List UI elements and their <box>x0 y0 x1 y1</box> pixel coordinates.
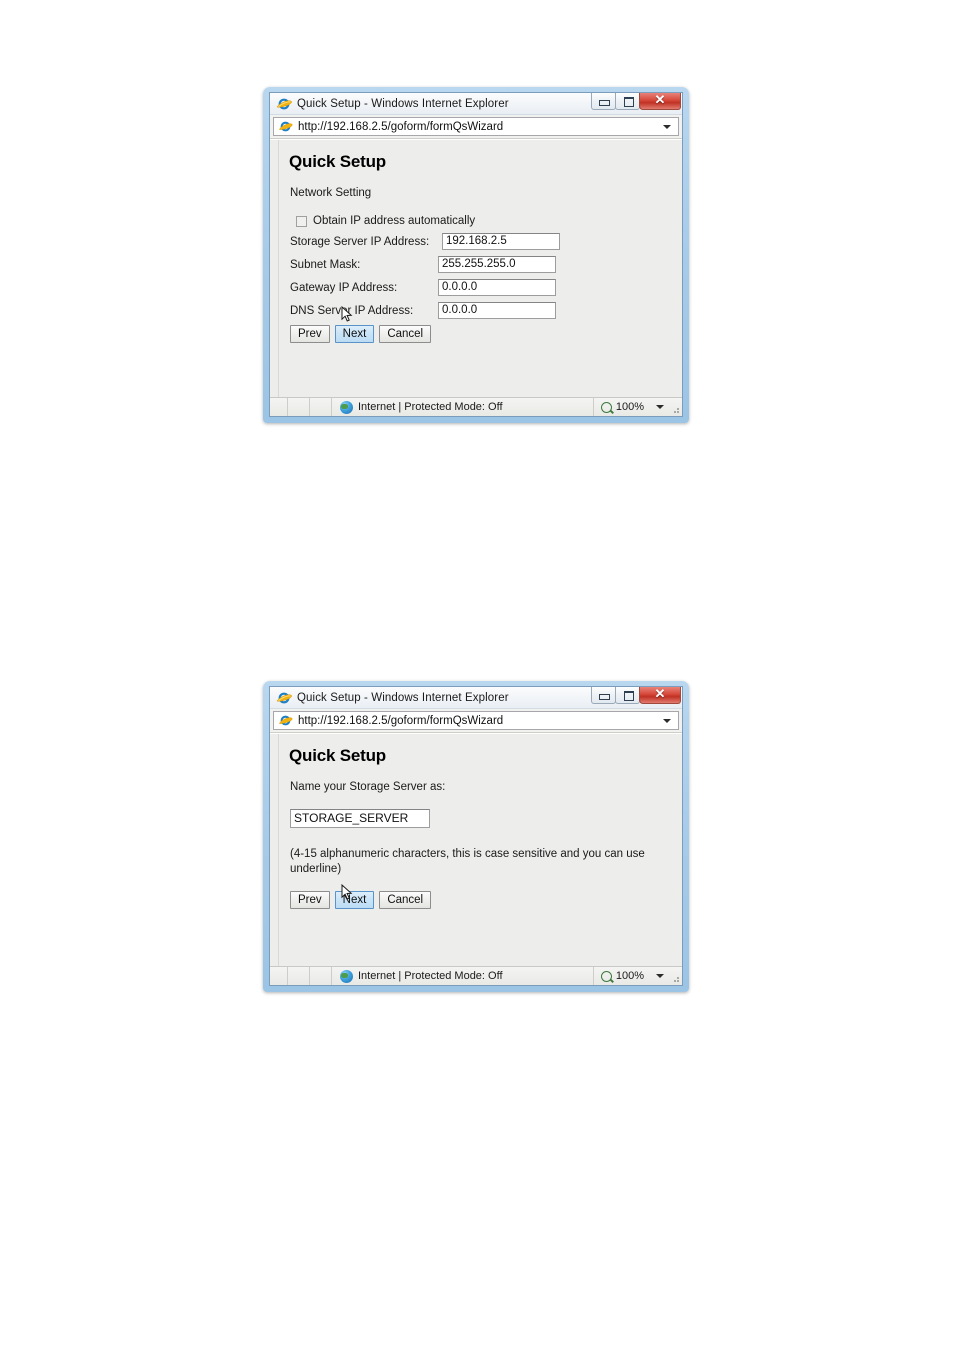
dns-server-ip-input[interactable]: 0.0.0.0 <box>438 302 556 319</box>
address-bar-container: http://192.168.2.5/goform/formQsWizard <box>270 115 682 139</box>
close-button[interactable]: ✕ <box>639 686 681 704</box>
field-row-storage-server-ip: Storage Server IP Address: 192.168.2.5 <box>290 233 672 250</box>
maximize-button[interactable] <box>615 93 640 110</box>
close-icon: ✕ <box>654 92 666 107</box>
minimize-icon <box>599 100 610 106</box>
globe-icon <box>340 400 353 414</box>
status-segment <box>310 967 332 985</box>
next-button[interactable]: Next <box>334 325 375 343</box>
zoom-control[interactable]: 100% <box>592 398 670 416</box>
resize-grip[interactable] <box>670 967 682 985</box>
prev-button[interactable]: Prev <box>290 891 330 909</box>
chevron-down-icon[interactable] <box>663 718 671 723</box>
window-controls: ✕ <box>591 92 681 110</box>
window-client-area: Quick Setup - Windows Internet Explorer … <box>269 686 683 986</box>
title-bar[interactable]: Quick Setup - Windows Internet Explorer … <box>270 92 682 115</box>
cancel-button[interactable]: Cancel <box>379 325 432 343</box>
ie-window-network-setting[interactable]: Quick Setup - Windows Internet Explorer … <box>263 87 689 423</box>
status-segment <box>270 967 288 985</box>
magnifier-icon <box>600 970 612 982</box>
page-title: Quick Setup <box>289 152 386 171</box>
security-zone-text: Internet | Protected Mode: Off <box>358 401 503 413</box>
prev-button[interactable]: Prev <box>290 325 330 343</box>
globe-icon <box>340 969 353 983</box>
zoom-level-text: 100% <box>615 401 644 413</box>
field-row-subnet-mask: Subnet Mask: 255.255.255.0 <box>290 256 672 273</box>
field-label: Subnet Mask: <box>290 258 361 271</box>
obtain-ip-checkbox[interactable] <box>296 215 307 227</box>
zoom-level-text: 100% <box>615 970 644 982</box>
storage-server-ip-input[interactable]: 192.168.2.5 <box>442 233 560 250</box>
page-left-gutter <box>270 734 279 966</box>
page-content-area: Quick Setup Network Setting Obtain IP ad… <box>270 139 682 397</box>
field-label: Storage Server IP Address: <box>290 235 430 248</box>
address-bar[interactable]: http://192.168.2.5/goform/formQsWizard <box>273 711 679 730</box>
chevron-down-icon[interactable] <box>663 124 671 129</box>
field-label: Gateway IP Address: <box>290 281 398 294</box>
section-label: Network Setting <box>290 187 372 199</box>
window-controls: ✕ <box>591 686 681 704</box>
status-segment <box>270 398 288 416</box>
section-label: Name your Storage Server as: <box>290 781 446 793</box>
status-segment <box>288 967 310 985</box>
internet-explorer-icon <box>278 119 293 134</box>
status-segment <box>288 398 310 416</box>
address-input[interactable]: http://192.168.2.5/goform/formQsWizard <box>298 715 503 727</box>
chevron-down-icon[interactable] <box>656 974 664 978</box>
status-segment <box>310 398 332 416</box>
wizard-button-row: Prev Next Cancel <box>290 325 672 343</box>
ie-window-server-name[interactable]: Quick Setup - Windows Internet Explorer … <box>263 681 689 992</box>
minimize-button[interactable] <box>591 93 616 110</box>
server-name-input[interactable]: STORAGE_SERVER <box>290 809 430 828</box>
obtain-ip-label: Obtain IP address automatically <box>313 215 476 227</box>
subnet-mask-input[interactable]: 255.255.255.0 <box>438 256 556 273</box>
page-content-area: Quick Setup Name your Storage Server as:… <box>270 733 682 966</box>
obtain-ip-automatically-row[interactable]: Obtain IP address automatically <box>296 215 672 227</box>
maximize-button[interactable] <box>615 687 640 704</box>
internet-explorer-icon <box>276 96 292 112</box>
maximize-icon <box>624 97 634 107</box>
next-button[interactable]: Next <box>334 891 375 909</box>
internet-explorer-icon <box>278 713 293 728</box>
address-bar-container: http://192.168.2.5/goform/formQsWizard <box>270 709 682 733</box>
security-zone-area[interactable]: Internet | Protected Mode: Off <box>332 969 593 983</box>
close-button[interactable]: ✕ <box>639 92 681 110</box>
field-row-gateway-ip: Gateway IP Address: 0.0.0.0 <box>290 279 672 296</box>
page-title: Quick Setup <box>289 746 386 765</box>
internet-explorer-icon <box>276 690 292 706</box>
security-zone-area[interactable]: Internet | Protected Mode: Off <box>332 400 593 414</box>
security-zone-text: Internet | Protected Mode: Off <box>358 970 503 982</box>
address-bar[interactable]: http://192.168.2.5/goform/formQsWizard <box>273 117 679 136</box>
title-bar[interactable]: Quick Setup - Windows Internet Explorer … <box>270 686 682 709</box>
chevron-down-icon[interactable] <box>656 405 664 409</box>
field-label: DNS Server IP Address: <box>290 304 414 317</box>
status-bar: Internet | Protected Mode: Off 100% <box>270 397 682 416</box>
magnifier-icon <box>600 401 612 413</box>
window-title: Quick Setup - Windows Internet Explorer <box>297 97 509 110</box>
window-client-area: Quick Setup - Windows Internet Explorer … <box>269 92 683 417</box>
close-icon: ✕ <box>654 686 666 701</box>
gateway-ip-input[interactable]: 0.0.0.0 <box>438 279 556 296</box>
zoom-control[interactable]: 100% <box>592 967 670 985</box>
cancel-button[interactable]: Cancel <box>379 891 432 909</box>
field-row-dns-server-ip: DNS Server IP Address: 0.0.0.0 <box>290 302 672 319</box>
window-title: Quick Setup - Windows Internet Explorer <box>297 691 509 704</box>
address-input[interactable]: http://192.168.2.5/goform/formQsWizard <box>298 121 503 133</box>
resize-grip[interactable] <box>670 398 682 416</box>
minimize-icon <box>599 694 610 700</box>
maximize-icon <box>624 691 634 701</box>
page-body: Quick Setup Name your Storage Server as:… <box>279 734 682 966</box>
status-bar: Internet | Protected Mode: Off 100% <box>270 966 682 985</box>
minimize-button[interactable] <box>591 687 616 704</box>
name-hint-text: (4-15 alphanumeric characters, this is c… <box>290 848 645 875</box>
page-left-gutter <box>270 140 279 397</box>
wizard-button-row: Prev Next Cancel <box>290 891 672 909</box>
page-body: Quick Setup Network Setting Obtain IP ad… <box>279 140 682 397</box>
